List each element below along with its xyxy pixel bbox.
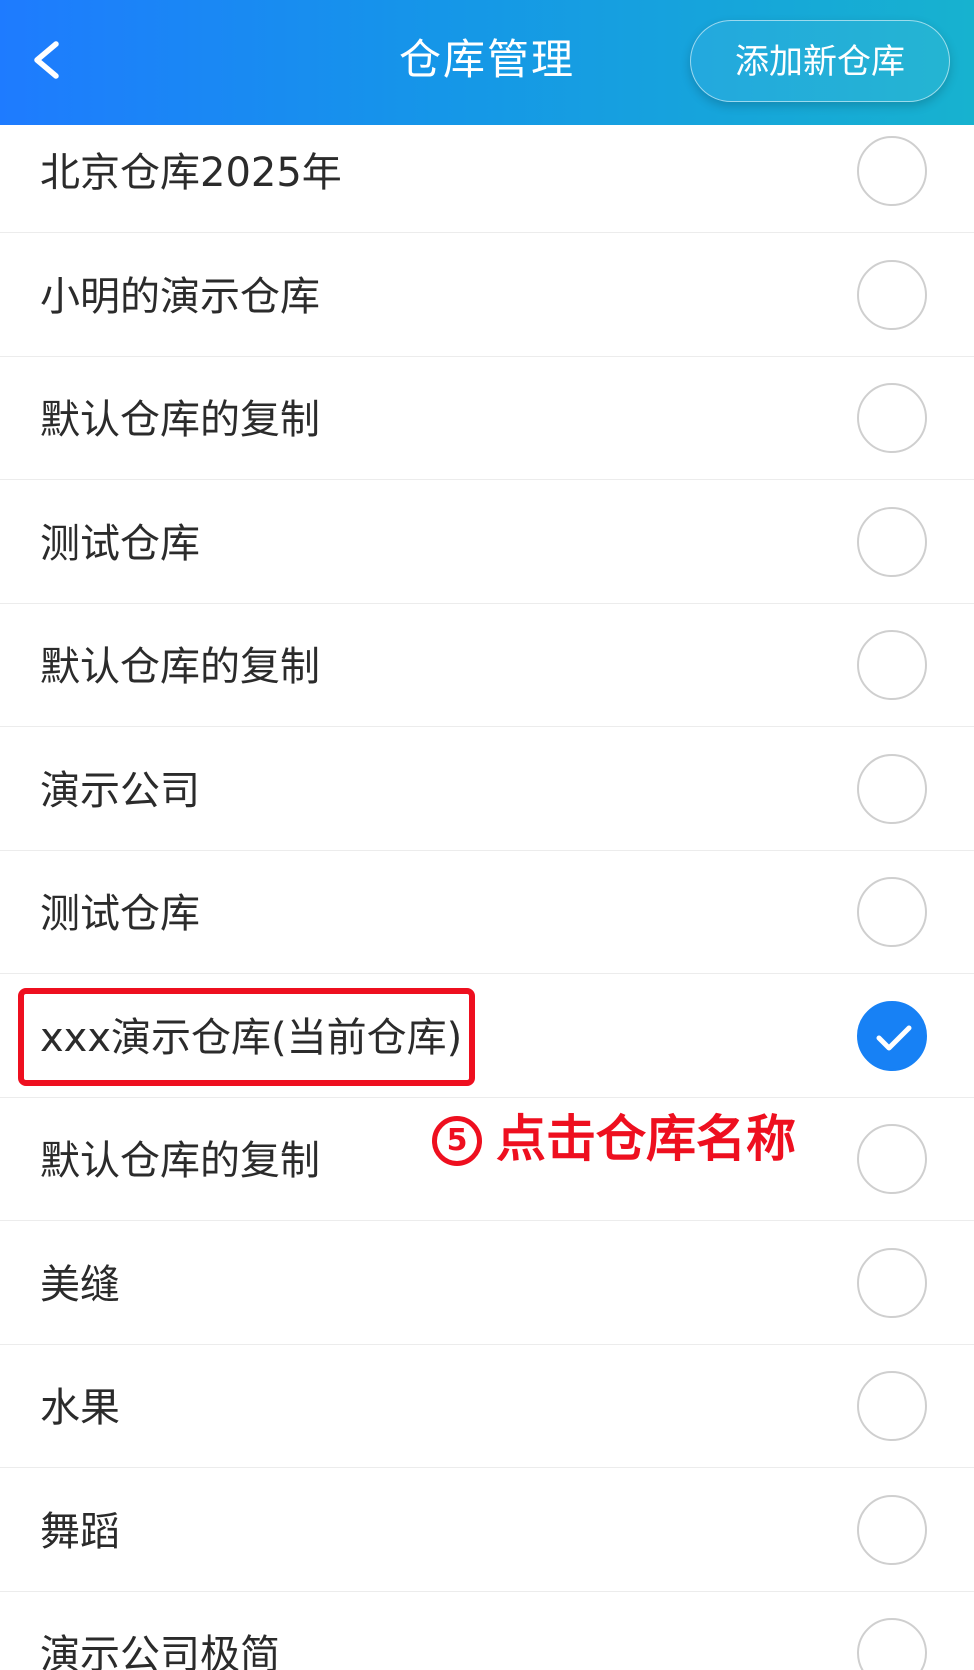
warehouse-row[interactable]: 舞蹈 [0,1469,974,1592]
warehouse-row[interactable]: 演示公司 [0,728,974,851]
radio-button[interactable] [857,136,927,206]
warehouse-name[interactable]: 默认仓库的复制 [40,642,320,692]
radio-button[interactable] [857,753,927,824]
warehouse-name[interactable]: 测试仓库 [40,889,200,939]
check-icon [876,1025,912,1050]
highlight-box [18,988,475,1086]
radio-button[interactable] [857,506,927,577]
warehouse-list-page: 仓库管理 添加新仓库 北京仓库2025年 小明的演示仓库 默认仓库的复制 测试仓库默认… [0,0,974,1670]
radio-button[interactable] [857,383,927,453]
radio-button[interactable] [857,877,927,947]
radio-button[interactable] [857,1371,927,1441]
warehouse-name[interactable]: 演示公司 [40,766,200,816]
add-warehouse-button[interactable]: 添加新仓库 [690,20,950,102]
warehouse-row[interactable]: 演示公司极简 [0,1592,974,1670]
warehouse-name[interactable]: 演示公司极简 [40,1630,280,1670]
radio-button[interactable] [857,630,927,700]
warehouse-name[interactable]: 水果 [40,1383,120,1433]
step-annotation: 5 点击仓库名称 [432,1108,796,1170]
warehouse-row[interactable]: 北京仓库2025年 [0,110,974,233]
radio-button[interactable] [857,1618,927,1670]
warehouse-row[interactable]: 测试仓库 [0,851,974,974]
warehouse-row[interactable]: 测试仓库 [0,481,974,604]
screen: 仓库管理 添加新仓库 北京仓库2025年 小明的演示仓库 默认仓库的复制 测试仓库默认… [0,0,974,1670]
warehouse-name[interactable]: 小明的演示仓库 [40,272,320,322]
top-bar: 仓库管理 添加新仓库 [0,0,974,125]
radio-button[interactable] [857,1494,927,1565]
warehouse-row[interactable]: 默认仓库的复制 [0,604,974,727]
radio-button[interactable] [857,1247,927,1318]
warehouse-name[interactable]: 北京仓库2025年 [40,148,342,198]
step-number: 5 [432,1116,482,1166]
warehouse-name[interactable]: 舞蹈 [40,1507,120,1557]
warehouse-row[interactable]: 默认仓库的复制 [0,357,974,480]
warehouse-row[interactable]: 水果 [0,1345,974,1468]
warehouse-row[interactable]: 小明的演示仓库 [0,234,974,357]
warehouse-name[interactable]: 默认仓库的复制 [40,1136,320,1186]
radio-button[interactable] [857,1124,927,1194]
radio-button[interactable] [857,259,927,330]
warehouse-name[interactable]: 美缝 [40,1260,120,1310]
warehouse-row[interactable]: 美缝 [0,1222,974,1345]
warehouse-name[interactable]: 默认仓库的复制 [40,395,320,445]
annotation-text: 点击仓库名称 [496,1110,796,1168]
radio-checked[interactable] [857,1000,927,1071]
warehouse-name[interactable]: 测试仓库 [40,519,200,569]
